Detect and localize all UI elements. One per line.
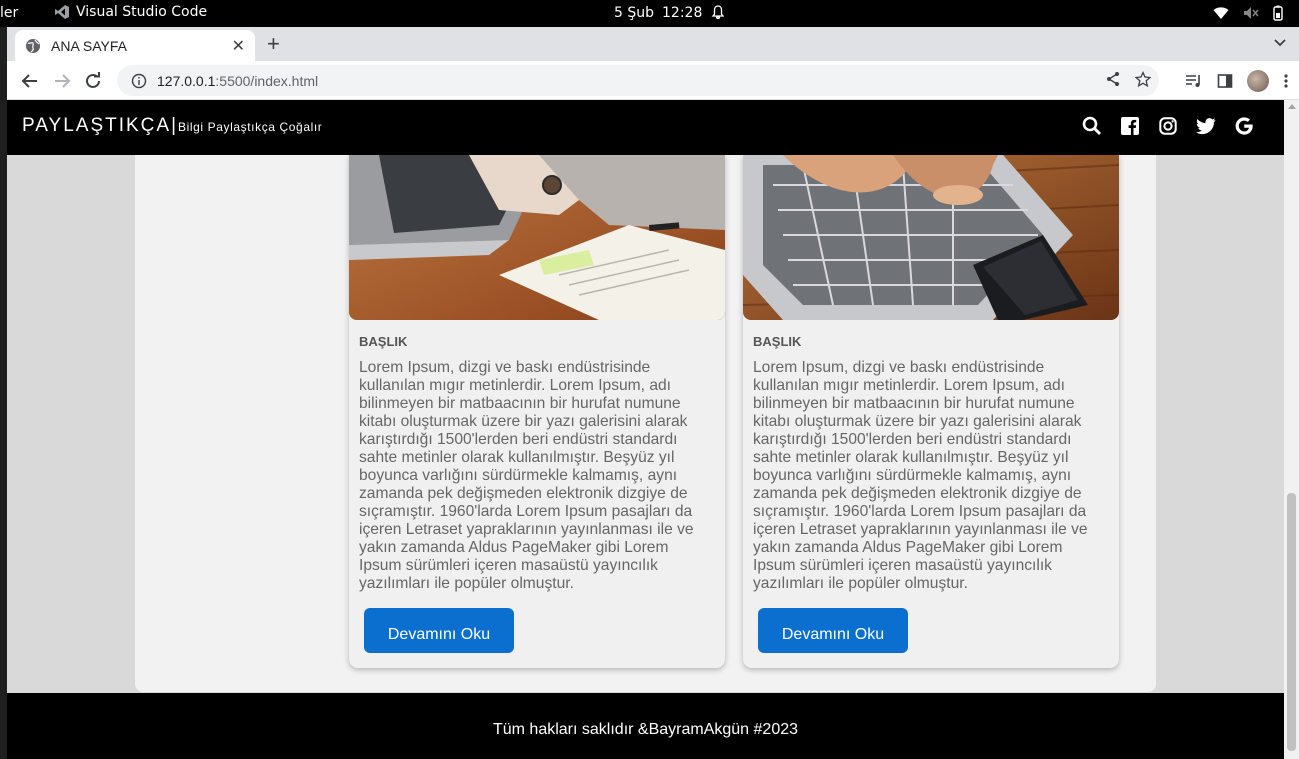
browser-tab[interactable]: ANA SAYFA ✕ [15,30,255,61]
laptop-image [743,155,1119,320]
globe-icon [26,38,40,53]
forward-button[interactable] [51,70,73,92]
social-links [1082,116,1254,136]
system-tray[interactable] [1213,5,1283,21]
reload-icon [86,72,100,88]
battery-icon [1273,5,1283,21]
scroll-thumb[interactable] [1287,493,1296,751]
footer-text: Tüm hakları saklıdır &BayramAkgün #2023 [492,721,799,738]
url-path: :5500/index.html [215,72,319,89]
url-host: 127.0.0.1 [157,72,216,89]
instagram-icon[interactable] [1158,116,1178,136]
media-queue-icon[interactable] [1185,73,1203,89]
share-icon[interactable] [1105,71,1121,87]
chevron-down-icon[interactable] [1273,35,1287,49]
page-scrollbar[interactable] [1284,100,1299,759]
google-icon[interactable] [1234,116,1254,136]
close-icon[interactable]: ✕ [232,36,245,56]
address-bar[interactable]: 127.0.0.1:5500/index.html [117,65,1159,96]
avatar[interactable] [1247,70,1269,92]
clock-date: 5 Şub [614,5,655,21]
new-tab-button[interactable]: + [267,31,280,57]
clock-time: 12:28 [662,5,703,21]
read-more-button[interactable]: Devamını Oku [364,608,514,653]
more-vert-icon[interactable] [1283,73,1289,89]
clock[interactable]: 5 Şub 12:28 [614,5,702,21]
vscode-icon [55,5,69,19]
info-icon[interactable] [131,73,147,89]
card-title: BAŞLIK [753,334,802,349]
back-button[interactable] [19,70,41,92]
browser-toolbar: 127.0.0.1:5500/index.html [7,61,1299,100]
page-viewport: PAYLAŞTIKÇA| Bilgi Paylaştıkça Çoğalır B… [7,100,1284,759]
os-top-bar: ler Visual Studio Code 5 Şub 12:28 [0,0,1299,27]
article-card: BAŞLIK Lorem Ipsum, dizgi ve baskı endüs… [349,155,725,668]
app-name: Visual Studio Code [76,4,208,20]
tab-title: ANA SAYFA [51,37,127,54]
article-card: BAŞLIK Lorem Ipsum, dizgi ve baskı endüs… [743,155,1119,668]
activities-label[interactable]: ler [0,5,18,21]
volume-muted-icon [1244,7,1259,19]
active-app[interactable]: Visual Studio Code [54,4,207,20]
side-panel-icon[interactable] [1217,73,1233,89]
arrow-left-icon [21,74,37,88]
facebook-icon[interactable] [1120,116,1140,136]
tab-strip: ANA SAYFA ✕ + [7,27,1299,61]
card-title: BAŞLIK [359,334,408,349]
card-text: Lorem Ipsum, dizgi ve baskı endüstrisind… [753,359,1088,592]
laptop-image [349,155,725,320]
site-footer: Tüm hakları saklıdır &BayramAkgün #2023 [7,693,1284,759]
site-brand[interactable]: PAYLAŞTIKÇA| [22,115,178,137]
card-text: Lorem Ipsum, dizgi ve baskı endüstrisind… [359,359,694,592]
content-panel: BAŞLIK Lorem Ipsum, dizgi ve baskı endüs… [135,155,1156,692]
star-icon[interactable] [1135,71,1151,87]
scroll-up-arrow[interactable] [1288,104,1296,109]
bell-icon[interactable] [710,4,726,24]
reload-button[interactable] [82,70,104,92]
read-more-button[interactable]: Devamını Oku [758,608,908,653]
site-tagline: Bilgi Paylaştıkça Çoğalır [178,120,323,134]
search-icon[interactable] [1082,116,1102,136]
twitter-icon[interactable] [1196,116,1216,136]
wifi-icon [1213,7,1229,19]
arrow-right-icon [55,74,71,88]
site-header: PAYLAŞTIKÇA| Bilgi Paylaştıkça Çoğalır [7,100,1284,155]
